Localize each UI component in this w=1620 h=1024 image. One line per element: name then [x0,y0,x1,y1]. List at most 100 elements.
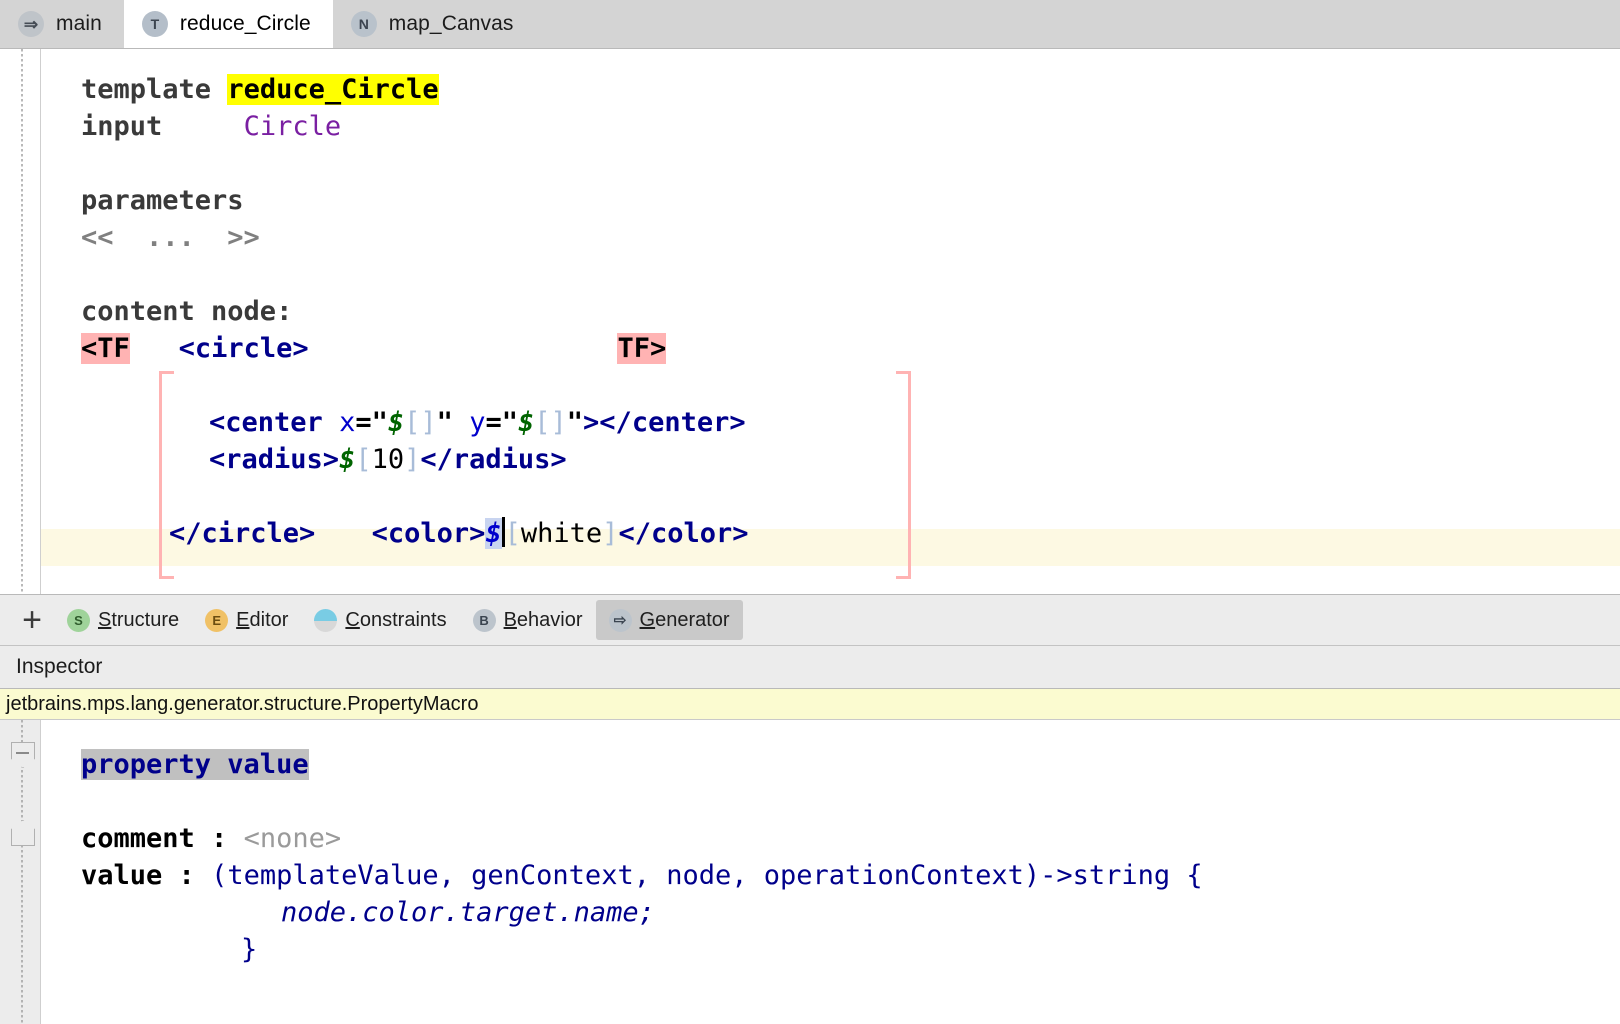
inspector-header: Inspector [0,645,1620,688]
line-blank-1 [41,145,1620,182]
inspector-line-value[interactable]: value : (templateValue, genContext, node… [41,857,1620,894]
inspector-content[interactable]: property value comment : <none> value : … [41,720,1620,1024]
line-color[interactable]: <color>$ [white]</color> [41,478,1620,549]
macro-color-open: [ [504,518,521,549]
line-blank-3 [41,367,1620,404]
property-value-label[interactable]: property value [81,749,309,780]
value-body-expression[interactable]: node.color.target.name; [281,897,655,928]
comment-label: comment : [81,823,228,854]
behavior-icon-letter: B [479,612,489,628]
aspect-tab-editor[interactable]: E Editor [192,600,301,640]
template-fragment-bracket-right [896,371,911,579]
tag-center-open: <center [209,407,323,438]
radius-value[interactable]: 10 [372,444,405,475]
tag-radius-open: <radius> [209,444,340,475]
inspector-line-value-close[interactable]: } [41,931,1620,968]
value-label: value : [81,860,195,891]
macro-color-selected[interactable]: $ [485,518,502,549]
keyword-parameters: parameters [81,185,244,216]
fold-expand-handle[interactable] [11,820,35,846]
value-close-brace: } [241,934,258,965]
fold-collapse-handle[interactable] [11,742,35,768]
macro-radius[interactable]: $ [339,444,355,475]
inspector-line-comment[interactable]: comment : <none> [41,820,1620,857]
aspect-tab-generator[interactable]: ⇨ Generator [595,600,743,640]
line-parameters-placeholder[interactable]: << ... >> [41,219,1620,256]
tab-bar-filler [535,0,1620,48]
arrow-right-icon: ⇒ [18,11,44,37]
quote-y-open: " [501,407,518,438]
mps-editor-window: ⇒ main T reduce_Circle N map_Canvas temp… [0,0,1620,1024]
tag-color-open: <color> [371,518,486,549]
tab-main[interactable]: ⇒ main [0,0,124,48]
structure-icon-letter: S [74,612,83,628]
line-input[interactable]: input Circle [41,108,1620,145]
input-concept[interactable]: Circle [244,111,342,142]
tag-circle-open[interactable]: <circle> [179,333,309,364]
macro-y-close: ] [550,407,567,438]
line-radius[interactable]: <radius>$[10]</radius> [41,441,1620,478]
sp-c2 [453,407,469,438]
macro-x-open: [ [404,407,421,438]
tf-open-marker[interactable]: <TF [81,333,130,364]
template-fragment-bracket-left [159,371,174,579]
tab-label-main: main [56,12,102,35]
line-circle-open[interactable]: <TF <circle> TF> [41,330,1620,367]
spacer-1 [211,74,227,105]
aspect-label-behavior: Behavior [503,608,583,631]
keyword-input: input [81,111,163,142]
aspect-tab-structure[interactable]: S Structure [54,600,192,640]
macro-x[interactable]: $ [388,407,404,438]
quote-x-close: " [436,407,453,438]
template-icon: T [141,11,168,37]
structure-icon: S [67,608,90,632]
aspect-tab-constraints[interactable]: Constraints [301,600,459,640]
behavior-icon: B [472,608,496,632]
quote-y-close: " [566,407,584,438]
sp-i1 [227,823,243,854]
quote-x-open: " [371,407,388,438]
line-template[interactable]: template reduce_Circle [41,71,1620,108]
value-signature[interactable]: (templateValue, genContext, node, operat… [211,860,1203,891]
inspector-title: Inspector [16,655,103,678]
line-parameters[interactable]: parameters [41,182,1620,219]
aspect-label-constraints: Constraints [345,608,447,631]
macro-x-close: ] [420,407,437,438]
tab-map-canvas[interactable]: N map_Canvas [332,0,536,48]
editor-icon-letter: E [212,612,221,628]
gap-tf [130,333,179,364]
inspector-line-property-value[interactable]: property value [41,746,1620,783]
template-name[interactable]: reduce_Circle [227,74,439,105]
tag-center-close: ></center> [583,407,746,438]
parameters-placeholder[interactable]: << ... >> [81,222,260,253]
node-icon: N [350,11,377,37]
editor-code-area[interactable]: template reduce_Circle input Circle para… [41,49,1620,594]
generator-icon: ⇨ [608,608,632,632]
macro-y[interactable]: $ [518,407,534,438]
color-value[interactable]: white [521,518,602,549]
tf-close-marker[interactable]: TF> [617,333,667,364]
aspect-label-editor: Editor [236,608,289,631]
content-node-label: content node: [81,296,293,327]
aspect-label-structure: Structure [98,608,180,631]
tab-label-map-canvas: map_Canvas [388,12,514,35]
comment-value[interactable]: <none> [244,823,342,854]
add-aspect-button[interactable]: + [10,598,54,642]
eq-y: = [485,407,502,438]
macro-radius-open: [ [355,444,372,475]
attr-y[interactable]: y [469,407,485,438]
attr-x[interactable]: x [339,407,355,438]
constraints-icon [314,608,338,632]
inspected-concept-fqn: jetbrains.mps.lang.generator.structure.P… [6,692,479,715]
generator-icon-letter: ⇨ [613,612,627,629]
tab-reduce-circle[interactable]: T reduce_Circle [123,0,333,48]
inspector-body[interactable]: property value comment : <none> value : … [0,720,1620,1024]
template-editor-pane[interactable]: template reduce_Circle input Circle para… [0,49,1620,594]
aspect-tab-behavior[interactable]: B Behavior [460,600,596,640]
line-content-node: content node: [41,293,1620,330]
keyword-template: template [81,74,212,105]
editor-icon: E [205,608,229,632]
inspector-line-value-body[interactable]: node.color.target.name; [41,894,1620,931]
line-center[interactable]: <center x="$[]" y="$[]"></center> [41,404,1620,441]
inspector-blank-1 [41,783,1620,820]
